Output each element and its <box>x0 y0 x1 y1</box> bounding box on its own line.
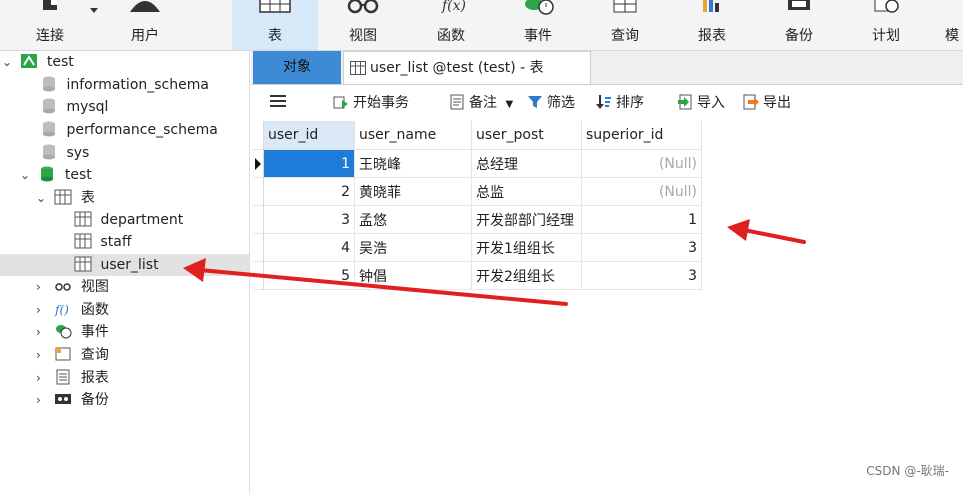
annotation-arrow-to-user-list <box>183 258 568 306</box>
annotation-arrow-to-superior-id <box>727 219 806 244</box>
annotation-arrows <box>183 219 806 306</box>
watermark: CSDN @-耿瑞- <box>866 464 949 478</box>
